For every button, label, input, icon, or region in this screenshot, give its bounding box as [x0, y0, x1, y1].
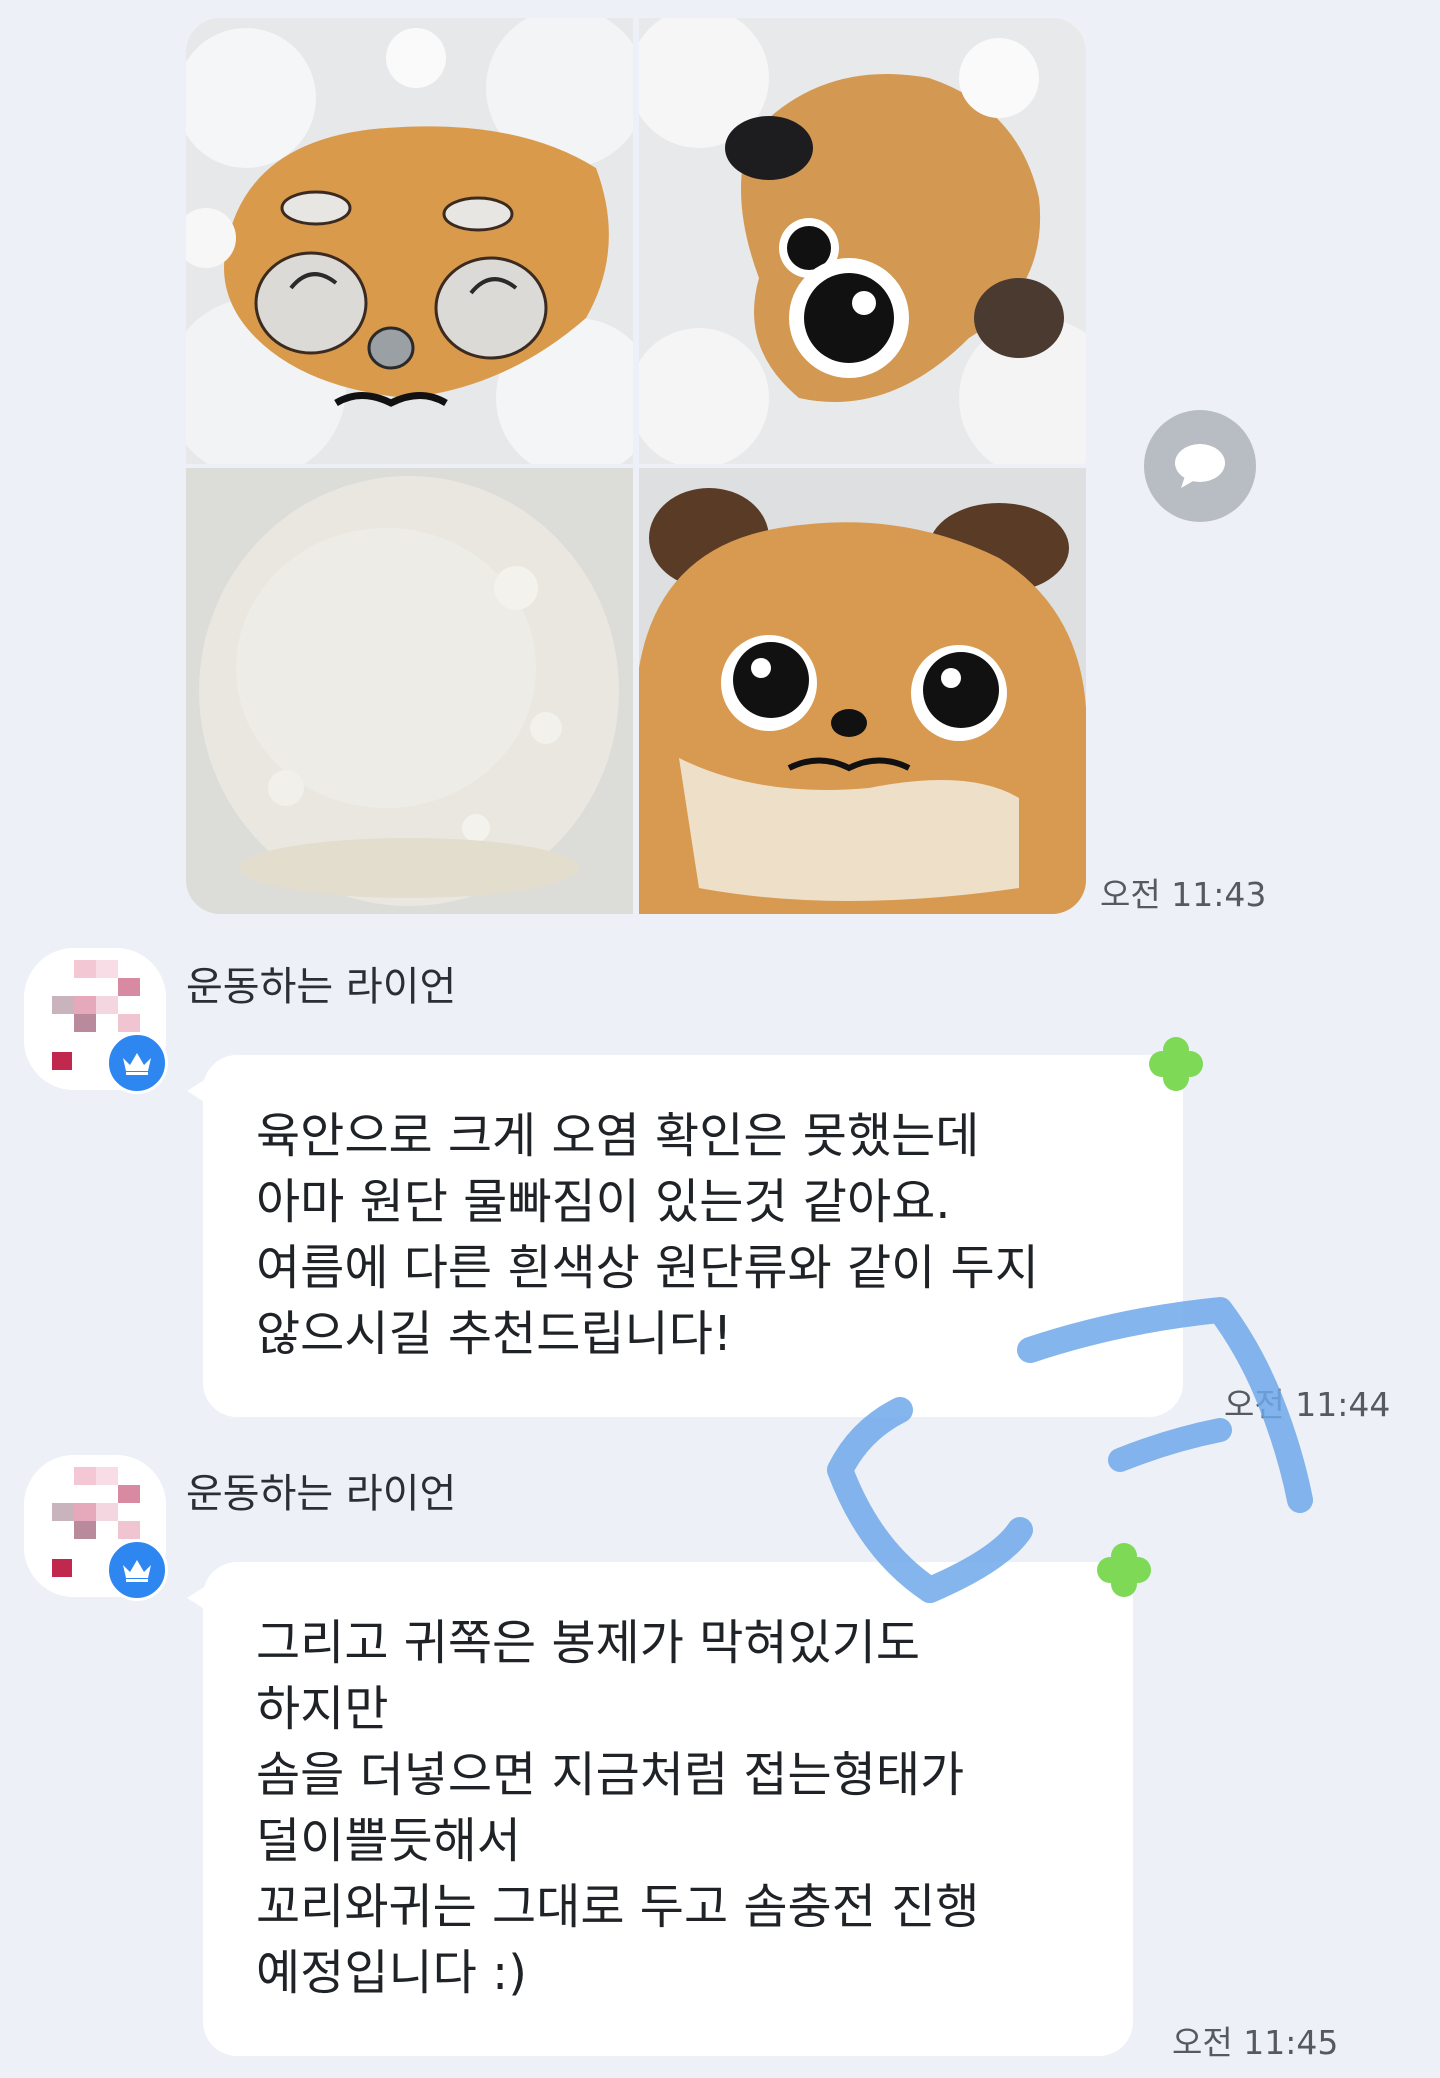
message-bubble[interactable]: 그리고 귀쪽은 봉제가 막혀있기도 하지만 솜을 더넣으면 지금처럼 접는형태가… [187, 1562, 1133, 2056]
message-timestamp: 오전 11:44 [1224, 1385, 1391, 1424]
share-button[interactable] [1144, 410, 1256, 522]
photo-fox-face-in-suds[interactable] [186, 18, 633, 464]
message-line: 꼬리와귀는 그대로 두고 솜충전 진행 [256, 1879, 980, 1935]
message-line: 않으시길 추천드립니다! [256, 1306, 733, 1362]
message-line: 덜이쁠듯해서 [256, 1813, 521, 1869]
sender-name[interactable]: 운동하는 라이언 [186, 954, 456, 1012]
message-text: 그리고 귀쪽은 봉제가 막혀있기도 하지만 솜을 더넣으면 지금처럼 접는형태가… [256, 1610, 979, 2006]
message-bubble[interactable]: 육안으로 크게 오염 확인은 못했는데 아마 원단 물빠짐이 있는것 같아요. … [187, 1055, 1183, 1417]
message-line: 솜을 더넣으면 지금처럼 접는형태가 [256, 1747, 965, 1803]
crown-icon [123, 1053, 151, 1075]
speech-bubble-icon [1175, 444, 1225, 488]
message-timestamp: 오전 11:43 [1100, 875, 1267, 914]
sender-name[interactable]: 운동하는 라이언 [186, 1461, 456, 1519]
photo-dog-face-in-suds[interactable] [639, 18, 1086, 464]
message-text: 육안으로 크게 오염 확인은 못했는데 아마 원단 물빠짐이 있는것 같아요. … [256, 1103, 1039, 1367]
message-line: 아마 원단 물빠짐이 있는것 같아요. [256, 1174, 951, 1230]
message-line: 그리고 귀쪽은 봉제가 막혀있기도 [256, 1615, 921, 1671]
photo-soapy-water[interactable] [186, 468, 633, 914]
crown-badge [106, 1032, 168, 1094]
chat-screen: 오전 11:43 운동하는 라이언 육안으로 크게 오염 확인은 못했는데 아마… [0, 0, 1440, 2078]
message-line: 육안으로 크게 오염 확인은 못했는데 [256, 1108, 980, 1164]
message-line: 하지만 [256, 1681, 389, 1737]
clover-icon[interactable] [1146, 1034, 1206, 1094]
clover-icon[interactable] [1094, 1540, 1154, 1600]
crown-icon [123, 1560, 151, 1582]
crown-badge [106, 1539, 168, 1601]
photo-rinsed-dog-hood[interactable] [639, 468, 1086, 914]
photo-grid[interactable] [186, 18, 1086, 914]
message-line: 여름에 다른 흰색상 원단류와 같이 두지 [256, 1240, 1039, 1296]
message-timestamp: 오전 11:45 [1172, 2023, 1339, 2062]
message-line: 예정입니다 :) [256, 1945, 527, 2001]
